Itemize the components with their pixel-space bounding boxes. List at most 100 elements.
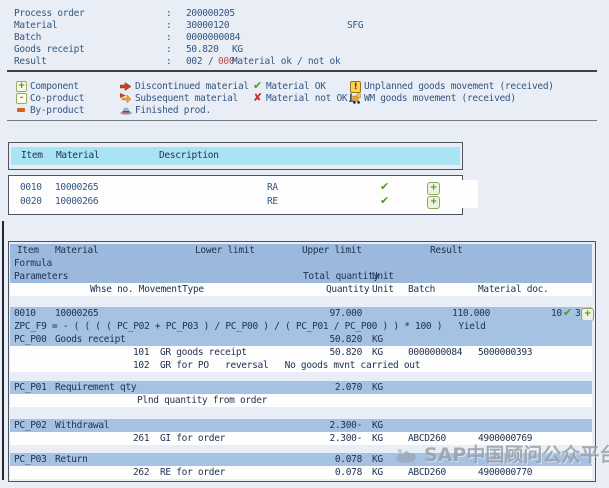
expand-item-button[interactable]	[427, 182, 440, 195]
param-row-pc-p01[interactable]: PC_P01 Requirement qty 2.070 KG	[10, 381, 592, 394]
detail-header-row-4: Whse no. MovementType Quantity Unit Batc…	[10, 283, 592, 296]
unplanned-warning-icon	[350, 81, 361, 93]
param-qty: 50.820	[290, 333, 362, 346]
header-whse-movement: Whse no. MovementType	[90, 283, 204, 296]
item-description: RE	[267, 195, 278, 208]
movement-qty: 50.820	[290, 346, 362, 359]
legend-material-not-ok-label: Material not OK	[266, 92, 347, 105]
movement-type: 262	[133, 466, 149, 479]
watermark-logo-icon	[394, 445, 420, 465]
co-product-minus-icon	[16, 93, 27, 104]
divider	[7, 120, 597, 121]
batch-row: Batch : 0000000084	[0, 31, 609, 43]
header-quantity: Quantity	[326, 283, 369, 296]
result-ok-count: 002	[186, 55, 202, 68]
header-formula: Formula	[14, 257, 52, 270]
detail-item-material: 10000265	[55, 307, 98, 320]
items-header-material: Material	[56, 147, 99, 165]
movement-text: RE for order	[160, 466, 225, 479]
param-code: PC_P01	[14, 381, 47, 394]
result-note: Material ok / not ok	[232, 55, 340, 68]
material-row: Material : 30000120 SFG	[0, 19, 609, 31]
movement-row-262[interactable]: 262 RE for order 0.078 KG ABCD260 490000…	[10, 466, 592, 479]
item-material: 10000266	[55, 195, 98, 208]
movement-batch: ABCD260	[408, 466, 446, 479]
movement-doc: 4900000770	[478, 466, 532, 479]
header-batch: Batch	[408, 283, 435, 296]
legend-wm-label: WM goods movement (received)	[364, 92, 516, 105]
movement-batch: 0000000084	[408, 346, 462, 359]
finished-product-hat-icon	[120, 105, 132, 115]
item-material: 10000265	[55, 181, 98, 194]
param-qty: 2.070	[290, 381, 362, 394]
param-qty: 2.300-	[290, 419, 362, 432]
items-table-header: Item Material Description	[11, 147, 460, 165]
header-unit: Unit	[372, 270, 394, 283]
param-name: Goods receipt	[55, 333, 125, 346]
detail-header-row-2: Formula	[10, 257, 592, 270]
header-parameters: Parameters	[14, 270, 68, 283]
item-description: RA	[267, 181, 278, 194]
param-code: PC_P02	[14, 419, 47, 432]
discontinued-arrow-icon	[120, 82, 132, 91]
watermark-text: SAP中国顾问公众平台	[424, 443, 609, 467]
detail-header-row-1: Item Material Lower limit Upper limit Re…	[10, 244, 592, 257]
detail-lower-limit-value: 97.000	[290, 307, 362, 320]
legend-finished-label: Finished prod.	[135, 104, 211, 117]
detail-item-number: 0010	[14, 307, 36, 320]
param-row-pc-p02[interactable]: PC_P02 Withdrawal 2.300- KG	[10, 419, 592, 432]
movement-text: GI for order	[160, 432, 225, 445]
movement-row-102[interactable]: 102 GR for PO reversal No goods mvnt car…	[10, 359, 592, 372]
param-code: PC_P00	[14, 333, 47, 346]
movement-type: 102	[133, 359, 149, 372]
header-total-quantity: Total quantity	[303, 270, 379, 283]
header-material-doc: Material doc.	[478, 283, 548, 296]
param-unit: KG	[372, 333, 383, 346]
movement-doc: 5000000393	[478, 346, 532, 359]
movement-row-101[interactable]: 101 GR goods receipt 50.820 KG 000000008…	[10, 346, 592, 359]
param-unit: KG	[372, 381, 383, 394]
param-name: Requirement qty	[55, 381, 136, 394]
item-number: 0010	[20, 181, 42, 194]
formula-text: ZPC_F9 = - ( ( ( ( PC_P02 + PC_P03 ) / P…	[14, 320, 486, 333]
items-header-description: Description	[159, 147, 219, 165]
material-ok-check-icon	[380, 181, 392, 194]
header-upper-limit: Upper limit	[302, 244, 362, 257]
param-code: PC_P03	[14, 453, 47, 466]
formula-row: ZPC_F9 = - ( ( ( ( PC_P02 + PC_P03 ) / P…	[10, 320, 592, 333]
movement-type: 261	[133, 432, 149, 445]
result-label: Result	[14, 55, 47, 68]
items-row-0020[interactable]: 0020 10000266 RE	[10, 195, 459, 208]
movement-unit: KG	[372, 346, 383, 359]
sap-order-confirmation-screen: Process order : 200000205 Material : 300…	[0, 0, 609, 488]
material-not-ok-cross-icon	[253, 92, 265, 105]
items-table-overflow	[461, 180, 478, 208]
window-edge-line	[2, 221, 4, 480]
wm-forklift-icon	[349, 93, 362, 104]
result-row: Result : 002 / 000 Material ok / not ok	[0, 55, 609, 67]
movement-type: 101	[133, 346, 149, 359]
movement-text: GR goods receipt	[160, 346, 247, 359]
movement-text: GR for PO reversal No goods mvnt carried…	[160, 359, 420, 372]
colon: :	[166, 55, 171, 68]
subsequent-material-icon	[120, 93, 132, 104]
goods-receipt-row: Goods receipt : 50.820 KG	[0, 43, 609, 55]
movement-unit: KG	[372, 432, 383, 445]
material-ok-check-icon	[380, 195, 392, 208]
legend-by-product-label: By-product	[30, 104, 84, 117]
expand-item-button[interactable]	[427, 196, 440, 209]
header-item: Item	[17, 244, 39, 257]
detail-header-row-3: Parameters Total quantity Unit	[10, 270, 592, 283]
header-lower-limit: Lower limit	[195, 244, 255, 257]
param-row-pc-p00[interactable]: PC_P00 Goods receipt 50.820 KG	[10, 333, 592, 346]
items-header-item: Item	[21, 147, 43, 165]
watermark: SAP中国顾问公众平台	[394, 443, 609, 467]
header-unit2: Unit	[372, 283, 394, 296]
divider	[7, 70, 597, 72]
detail-item-row[interactable]: 0010 10000265 97.000 110.000 10 3	[10, 307, 592, 320]
detail-upper-limit-value: 110.000	[420, 307, 490, 320]
param-unit: KG	[372, 419, 383, 432]
items-row-0010[interactable]: 0010 10000265 RA	[10, 181, 459, 194]
movement-row-plnd[interactable]: Plnd quantity from order	[10, 394, 592, 407]
param-name: Withdrawal	[55, 419, 109, 432]
